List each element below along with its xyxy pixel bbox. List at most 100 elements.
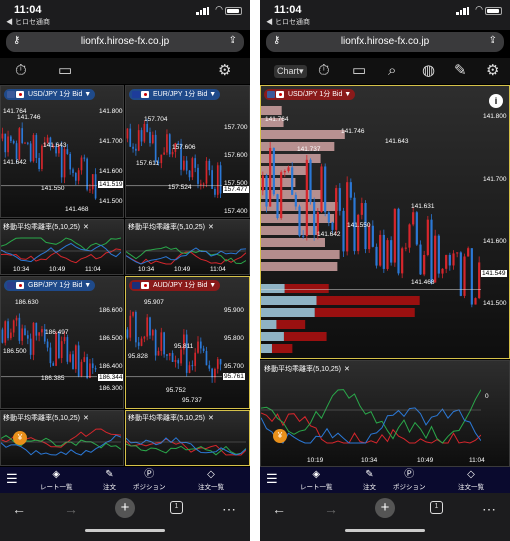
more-icon[interactable]: ⋯ xyxy=(222,501,236,518)
eurjpy-pair-selector[interactable]: EUR/JPY 1分 Bid ▼ xyxy=(129,89,221,100)
audjpy-panel[interactable]: AUD/JPY 1分 Bid ▼ 95.900 95.800 95.700 95… xyxy=(125,276,250,409)
magnifier-icon[interactable]: ⌕ xyxy=(388,61,396,81)
candle xyxy=(171,151,174,155)
candle xyxy=(463,256,466,296)
candle xyxy=(467,248,470,257)
candle xyxy=(10,332,12,339)
close-icon[interactable]: ✕ xyxy=(344,366,350,373)
new-tab-plus-icon[interactable]: + xyxy=(115,498,135,518)
address-bar[interactable]: ⚷ lionfx.hirose-fx.co.jp ⇪ xyxy=(6,32,244,52)
candle xyxy=(55,333,57,366)
back-to-app-link[interactable]: ◀ ヒロセ通商 xyxy=(6,17,50,27)
candle xyxy=(157,350,160,356)
price-label: 141.642 xyxy=(317,231,341,238)
close-icon[interactable]: ✕ xyxy=(83,224,89,231)
usdjpy-pair-selector[interactable]: USD/JPY 1分 Bid ▼ xyxy=(4,89,96,100)
close-icon[interactable]: ✕ xyxy=(208,224,214,231)
forward-arrow-icon[interactable]: → xyxy=(64,501,78,517)
tab-count-button[interactable]: 1 xyxy=(430,501,443,514)
candle xyxy=(349,182,352,198)
price-label: 157.611 xyxy=(136,160,160,167)
candle xyxy=(335,188,338,230)
candle xyxy=(412,212,415,225)
candle xyxy=(298,206,301,236)
timer-icon[interactable]: ⏱ xyxy=(318,61,330,81)
candle xyxy=(166,134,168,153)
usdjpy-panel[interactable]: USD/JPY 1分 Bid ▼ 141.800 141.700 141.600… xyxy=(0,85,124,218)
more-icon[interactable]: ⋯ xyxy=(482,501,496,518)
candle xyxy=(269,147,272,207)
pencil-icon[interactable]: ✎ xyxy=(454,61,467,81)
price-label: 95.737 xyxy=(182,397,202,404)
share-icon[interactable]: ⇪ xyxy=(229,35,237,46)
time-label: 10:49 xyxy=(417,457,434,464)
candle xyxy=(331,222,334,230)
candle xyxy=(163,152,165,155)
price-label: 141.550 xyxy=(41,185,65,192)
url-text[interactable]: lionfx.hirose-fx.co.jp xyxy=(6,36,244,47)
jp-flag-icon xyxy=(16,91,24,98)
nav-rate-list[interactable]: ◈ レート一覧 xyxy=(300,469,333,491)
time-label: 10:34 xyxy=(361,457,378,464)
nav-rate-list[interactable]: ◈ レート一覧 xyxy=(40,469,73,491)
url-text[interactable]: lionfx.hirose-fx.co.jp xyxy=(266,36,504,47)
price-label: 141.468 xyxy=(411,279,435,286)
oscillator-label: 移動平均乖離率(5,10,25) xyxy=(264,366,342,373)
info-icon[interactable]: i xyxy=(489,94,503,108)
timer-icon[interactable]: ⏱ xyxy=(15,61,27,81)
yen-coin-icon[interactable]: ¥ xyxy=(273,429,287,443)
yen-coin-icon[interactable]: ¥ xyxy=(13,431,27,445)
tab-count-button[interactable]: 1 xyxy=(170,501,183,514)
time-label: 11:04 xyxy=(210,266,226,273)
close-icon[interactable]: ✕ xyxy=(208,415,214,422)
chart-monitor-icon[interactable]: ▭ xyxy=(352,61,366,81)
chart-monitor-icon[interactable]: ▭ xyxy=(58,61,72,81)
eurjpy-panel[interactable]: EUR/JPY 1分 Bid ▼ 157.700 157.600 157.500… xyxy=(125,85,250,218)
price-label: 186.385 xyxy=(41,375,65,382)
usdjpy-main-chart[interactable]: USD/JPY 1分 Bid ▼ i 141.800 141.700 141.6… xyxy=(260,85,510,359)
address-bar[interactable]: ⚷ lionfx.hirose-fx.co.jp ⇪ xyxy=(266,32,504,52)
nav-order[interactable]: ✎ 注文 xyxy=(103,469,116,491)
gear-icon[interactable]: ⚙ xyxy=(486,61,499,81)
candle xyxy=(126,128,129,139)
candle xyxy=(205,160,208,184)
chart-type-dropdown[interactable]: Chart▾ xyxy=(274,65,307,78)
gbpjpy-panel[interactable]: GBP/JPY 1分 Bid ▼ 186.600 186.500 186.400… xyxy=(0,276,124,409)
price-label: 141.746 xyxy=(341,128,365,135)
wifi-icon: ◠ xyxy=(475,4,483,14)
gear-icon[interactable]: ⚙ xyxy=(218,61,231,81)
nav-order[interactable]: ✎ 注文 xyxy=(363,469,376,491)
oscillator-lines xyxy=(1,237,121,264)
usdjpy-candles xyxy=(1,122,97,200)
candle xyxy=(74,345,77,370)
nav-position[interactable]: Ⓟ ポジション xyxy=(133,469,166,491)
forward-arrow-icon[interactable]: → xyxy=(324,501,338,517)
candle xyxy=(69,153,72,170)
cellular-signal-icon xyxy=(456,7,470,15)
nav-order-list[interactable]: ◇ 注文一覧 xyxy=(458,469,484,491)
usdjpy-axis-label: 141.700 xyxy=(99,138,123,145)
rate-list-icon: ◈ xyxy=(52,469,61,480)
candle xyxy=(313,201,316,236)
hamburger-menu-icon[interactable]: ☰ xyxy=(6,471,18,487)
gbpjpy-axis-label: 186.600 xyxy=(99,307,123,314)
back-arrow-icon[interactable]: ← xyxy=(272,501,286,517)
nav-position[interactable]: Ⓟ ポジション xyxy=(393,469,426,491)
candle xyxy=(202,183,205,185)
palette-icon[interactable]: ◍ xyxy=(422,61,435,81)
back-to-app-link[interactable]: ◀ ヒロセ通商 xyxy=(266,17,310,27)
audjpy-pair-selector[interactable]: AUD/JPY 1分 Bid ▼ xyxy=(129,280,221,291)
candle xyxy=(29,143,32,162)
candle xyxy=(216,165,219,195)
candle xyxy=(386,240,389,269)
nav-order-list[interactable]: ◇ 注文一覧 xyxy=(198,469,224,491)
new-tab-plus-icon[interactable]: + xyxy=(375,498,395,518)
share-icon[interactable]: ⇪ xyxy=(489,35,497,46)
gbpjpy-pair-selector[interactable]: GBP/JPY 1分 Bid ▼ xyxy=(4,280,96,291)
candle xyxy=(154,330,157,356)
hamburger-menu-icon[interactable]: ☰ xyxy=(266,471,278,487)
close-icon[interactable]: ✕ xyxy=(83,415,89,422)
candle xyxy=(160,332,163,351)
back-arrow-icon[interactable]: ← xyxy=(12,501,26,517)
price-label: 186.630 xyxy=(15,299,39,306)
